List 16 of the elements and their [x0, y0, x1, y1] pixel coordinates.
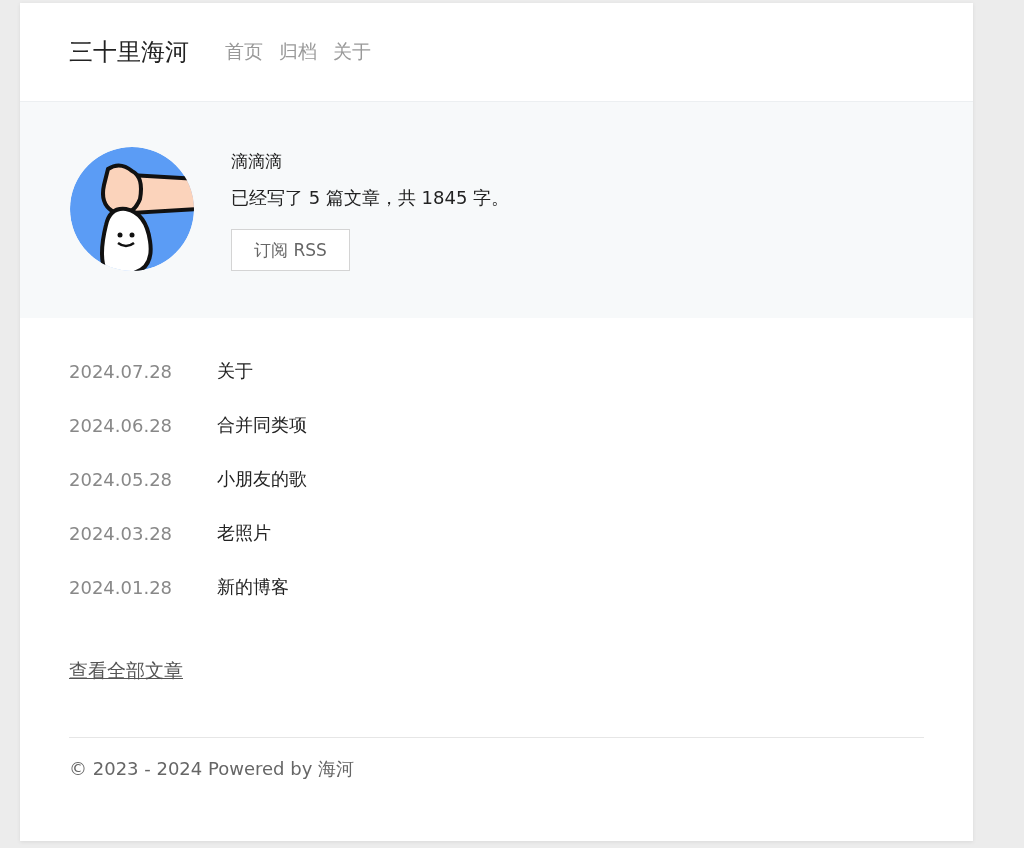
post-date: 2024.05.28 [69, 468, 174, 490]
footer-text: © 2023 - 2024 Powered by 海河 [69, 757, 356, 781]
author-name: 滴滴滴 [231, 150, 282, 173]
post-link[interactable]: 新的博客 [217, 575, 289, 599]
post-date: 2024.03.28 [69, 522, 174, 544]
all-posts-link[interactable]: 查看全部文章 [69, 658, 183, 684]
post-date: 2024.07.28 [69, 360, 174, 382]
site-title: 三十里海河 [69, 37, 189, 68]
post-link[interactable]: 老照片 [217, 521, 271, 545]
rss-button[interactable]: 订阅 RSS [231, 229, 350, 271]
post-link[interactable]: 关于 [217, 359, 253, 383]
post-date: 2024.01.28 [69, 576, 174, 598]
post-link[interactable]: 合并同类项 [217, 413, 307, 437]
post-date: 2024.06.28 [69, 414, 174, 436]
post-link[interactable]: 小朋友的歌 [217, 467, 307, 491]
stats-text: 已经写了 5 篇文章，共 1845 字。 [231, 186, 510, 210]
